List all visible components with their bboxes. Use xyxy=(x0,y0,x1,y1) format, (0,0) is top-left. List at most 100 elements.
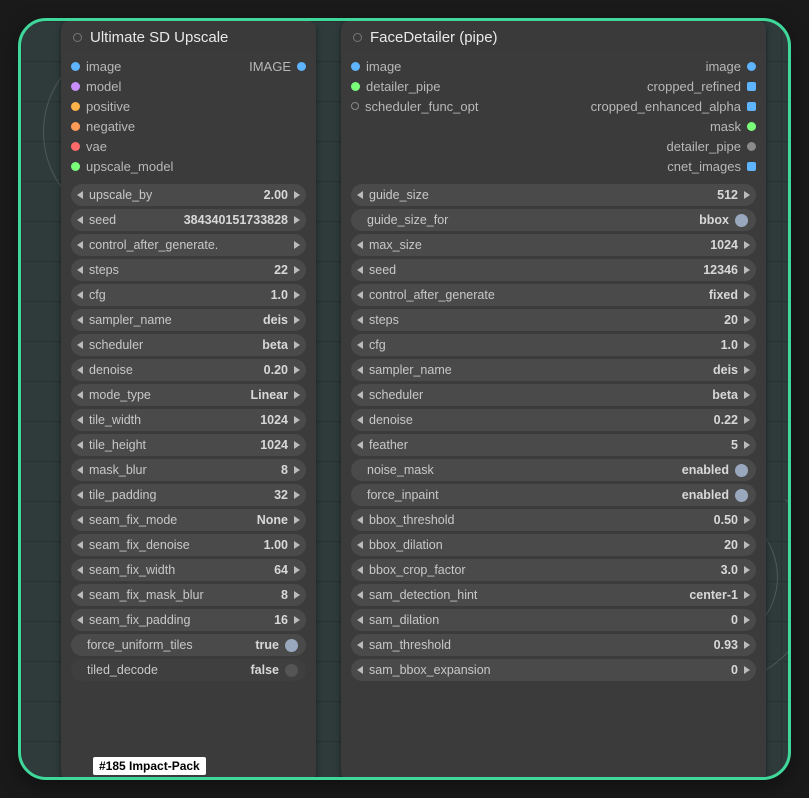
param-feather[interactable]: feather5 xyxy=(351,434,756,456)
increment-icon[interactable] xyxy=(294,491,300,499)
collapse-icon[interactable] xyxy=(353,33,362,42)
port-icon[interactable] xyxy=(71,162,80,171)
param-seam-fix-mask-blur[interactable]: seam_fix_mask_blur8 xyxy=(71,584,306,606)
param-sam-bbox-expansion[interactable]: sam_bbox_expansion0 xyxy=(351,659,756,681)
port-icon[interactable] xyxy=(747,82,756,91)
param-seam-fix-width[interactable]: seam_fix_width64 xyxy=(71,559,306,581)
param-cfg[interactable]: cfg1.0 xyxy=(351,334,756,356)
toggle-icon[interactable] xyxy=(285,639,298,652)
node-canvas[interactable]: Ultimate SD Upscale imageIMAGEmodelposit… xyxy=(18,18,791,780)
port-icon[interactable] xyxy=(71,82,80,91)
param-seam-fix-denoise[interactable]: seam_fix_denoise1.00 xyxy=(71,534,306,556)
increment-icon[interactable] xyxy=(744,666,750,674)
param-steps[interactable]: steps20 xyxy=(351,309,756,331)
param-bbox-crop-factor[interactable]: bbox_crop_factor3.0 xyxy=(351,559,756,581)
increment-icon[interactable] xyxy=(294,266,300,274)
port-icon[interactable] xyxy=(71,142,80,151)
toggle-icon[interactable] xyxy=(285,664,298,677)
param-steps[interactable]: steps22 xyxy=(71,259,306,281)
port-icon[interactable] xyxy=(71,122,80,131)
increment-icon[interactable] xyxy=(744,616,750,624)
increment-icon[interactable] xyxy=(744,191,750,199)
param-denoise[interactable]: denoise0.20 xyxy=(71,359,306,381)
port-icon[interactable] xyxy=(297,62,306,71)
param-mask-blur[interactable]: mask_blur8 xyxy=(71,459,306,481)
param-noise-mask[interactable]: noise_maskenabled xyxy=(351,459,756,481)
increment-icon[interactable] xyxy=(294,566,300,574)
param-mode-type[interactable]: mode_typeLinear xyxy=(71,384,306,406)
increment-icon[interactable] xyxy=(744,441,750,449)
increment-icon[interactable] xyxy=(294,391,300,399)
param-guide-size[interactable]: guide_size512 xyxy=(351,184,756,206)
increment-icon[interactable] xyxy=(294,516,300,524)
increment-icon[interactable] xyxy=(744,541,750,549)
increment-icon[interactable] xyxy=(744,266,750,274)
increment-icon[interactable] xyxy=(744,366,750,374)
increment-icon[interactable] xyxy=(294,241,300,249)
increment-icon[interactable] xyxy=(294,416,300,424)
port-icon[interactable] xyxy=(351,62,360,71)
toggle-icon[interactable] xyxy=(735,464,748,477)
param-denoise[interactable]: denoise0.22 xyxy=(351,409,756,431)
param-scheduler[interactable]: schedulerbeta xyxy=(351,384,756,406)
param-control-after-generate-[interactable]: control_after_generate. xyxy=(71,234,306,256)
param-sampler-name[interactable]: sampler_namedeis xyxy=(351,359,756,381)
port-icon[interactable] xyxy=(351,82,360,91)
toggle-icon[interactable] xyxy=(735,489,748,502)
increment-icon[interactable] xyxy=(294,216,300,224)
param-tile-padding[interactable]: tile_padding32 xyxy=(71,484,306,506)
param-bbox-threshold[interactable]: bbox_threshold0.50 xyxy=(351,509,756,531)
port-icon[interactable] xyxy=(351,102,359,110)
increment-icon[interactable] xyxy=(294,316,300,324)
increment-icon[interactable] xyxy=(294,366,300,374)
param-guide-size-for[interactable]: guide_size_forbbox xyxy=(351,209,756,231)
increment-icon[interactable] xyxy=(744,241,750,249)
param-tile-width[interactable]: tile_width1024 xyxy=(71,409,306,431)
increment-icon[interactable] xyxy=(744,341,750,349)
port-icon[interactable] xyxy=(747,122,756,131)
param-control-after-generate[interactable]: control_after_generatefixed xyxy=(351,284,756,306)
param-force-uniform-tiles[interactable]: force_uniform_tilestrue xyxy=(71,634,306,656)
node-header[interactable]: FaceDetailer (pipe) xyxy=(341,21,766,52)
param-tile-height[interactable]: tile_height1024 xyxy=(71,434,306,456)
increment-icon[interactable] xyxy=(294,341,300,349)
port-icon[interactable] xyxy=(747,62,756,71)
increment-icon[interactable] xyxy=(294,441,300,449)
increment-icon[interactable] xyxy=(294,466,300,474)
node-header[interactable]: Ultimate SD Upscale xyxy=(61,21,316,52)
node-facedetailer-pipe[interactable]: FaceDetailer (pipe) imageimagedetailer_p… xyxy=(341,21,766,780)
toggle-icon[interactable] xyxy=(735,214,748,227)
param-bbox-dilation[interactable]: bbox_dilation20 xyxy=(351,534,756,556)
increment-icon[interactable] xyxy=(294,616,300,624)
port-icon[interactable] xyxy=(747,102,756,111)
param-seam-fix-padding[interactable]: seam_fix_padding16 xyxy=(71,609,306,631)
param-sampler-name[interactable]: sampler_namedeis xyxy=(71,309,306,331)
param-seam-fix-mode[interactable]: seam_fix_modeNone xyxy=(71,509,306,531)
node-ultimate-sd-upscale[interactable]: Ultimate SD Upscale imageIMAGEmodelposit… xyxy=(61,21,316,780)
increment-icon[interactable] xyxy=(744,566,750,574)
collapse-icon[interactable] xyxy=(73,33,82,42)
increment-icon[interactable] xyxy=(744,316,750,324)
port-icon[interactable] xyxy=(747,142,756,151)
param-tiled-decode[interactable]: tiled_decodefalse xyxy=(71,659,306,681)
increment-icon[interactable] xyxy=(294,591,300,599)
param-cfg[interactable]: cfg1.0 xyxy=(71,284,306,306)
increment-icon[interactable] xyxy=(744,516,750,524)
param-seed[interactable]: seed384340151733828 xyxy=(71,209,306,231)
increment-icon[interactable] xyxy=(294,291,300,299)
param-sam-threshold[interactable]: sam_threshold0.93 xyxy=(351,634,756,656)
param-sam-dilation[interactable]: sam_dilation0 xyxy=(351,609,756,631)
port-icon[interactable] xyxy=(747,162,756,171)
param-force-inpaint[interactable]: force_inpaintenabled xyxy=(351,484,756,506)
param-sam-detection-hint[interactable]: sam_detection_hintcenter-1 xyxy=(351,584,756,606)
increment-icon[interactable] xyxy=(744,416,750,424)
param-max-size[interactable]: max_size1024 xyxy=(351,234,756,256)
param-seed[interactable]: seed12346 xyxy=(351,259,756,281)
increment-icon[interactable] xyxy=(294,541,300,549)
param-upscale-by[interactable]: upscale_by2.00 xyxy=(71,184,306,206)
increment-icon[interactable] xyxy=(744,591,750,599)
port-icon[interactable] xyxy=(71,102,80,111)
port-icon[interactable] xyxy=(71,62,80,71)
increment-icon[interactable] xyxy=(294,191,300,199)
increment-icon[interactable] xyxy=(744,391,750,399)
